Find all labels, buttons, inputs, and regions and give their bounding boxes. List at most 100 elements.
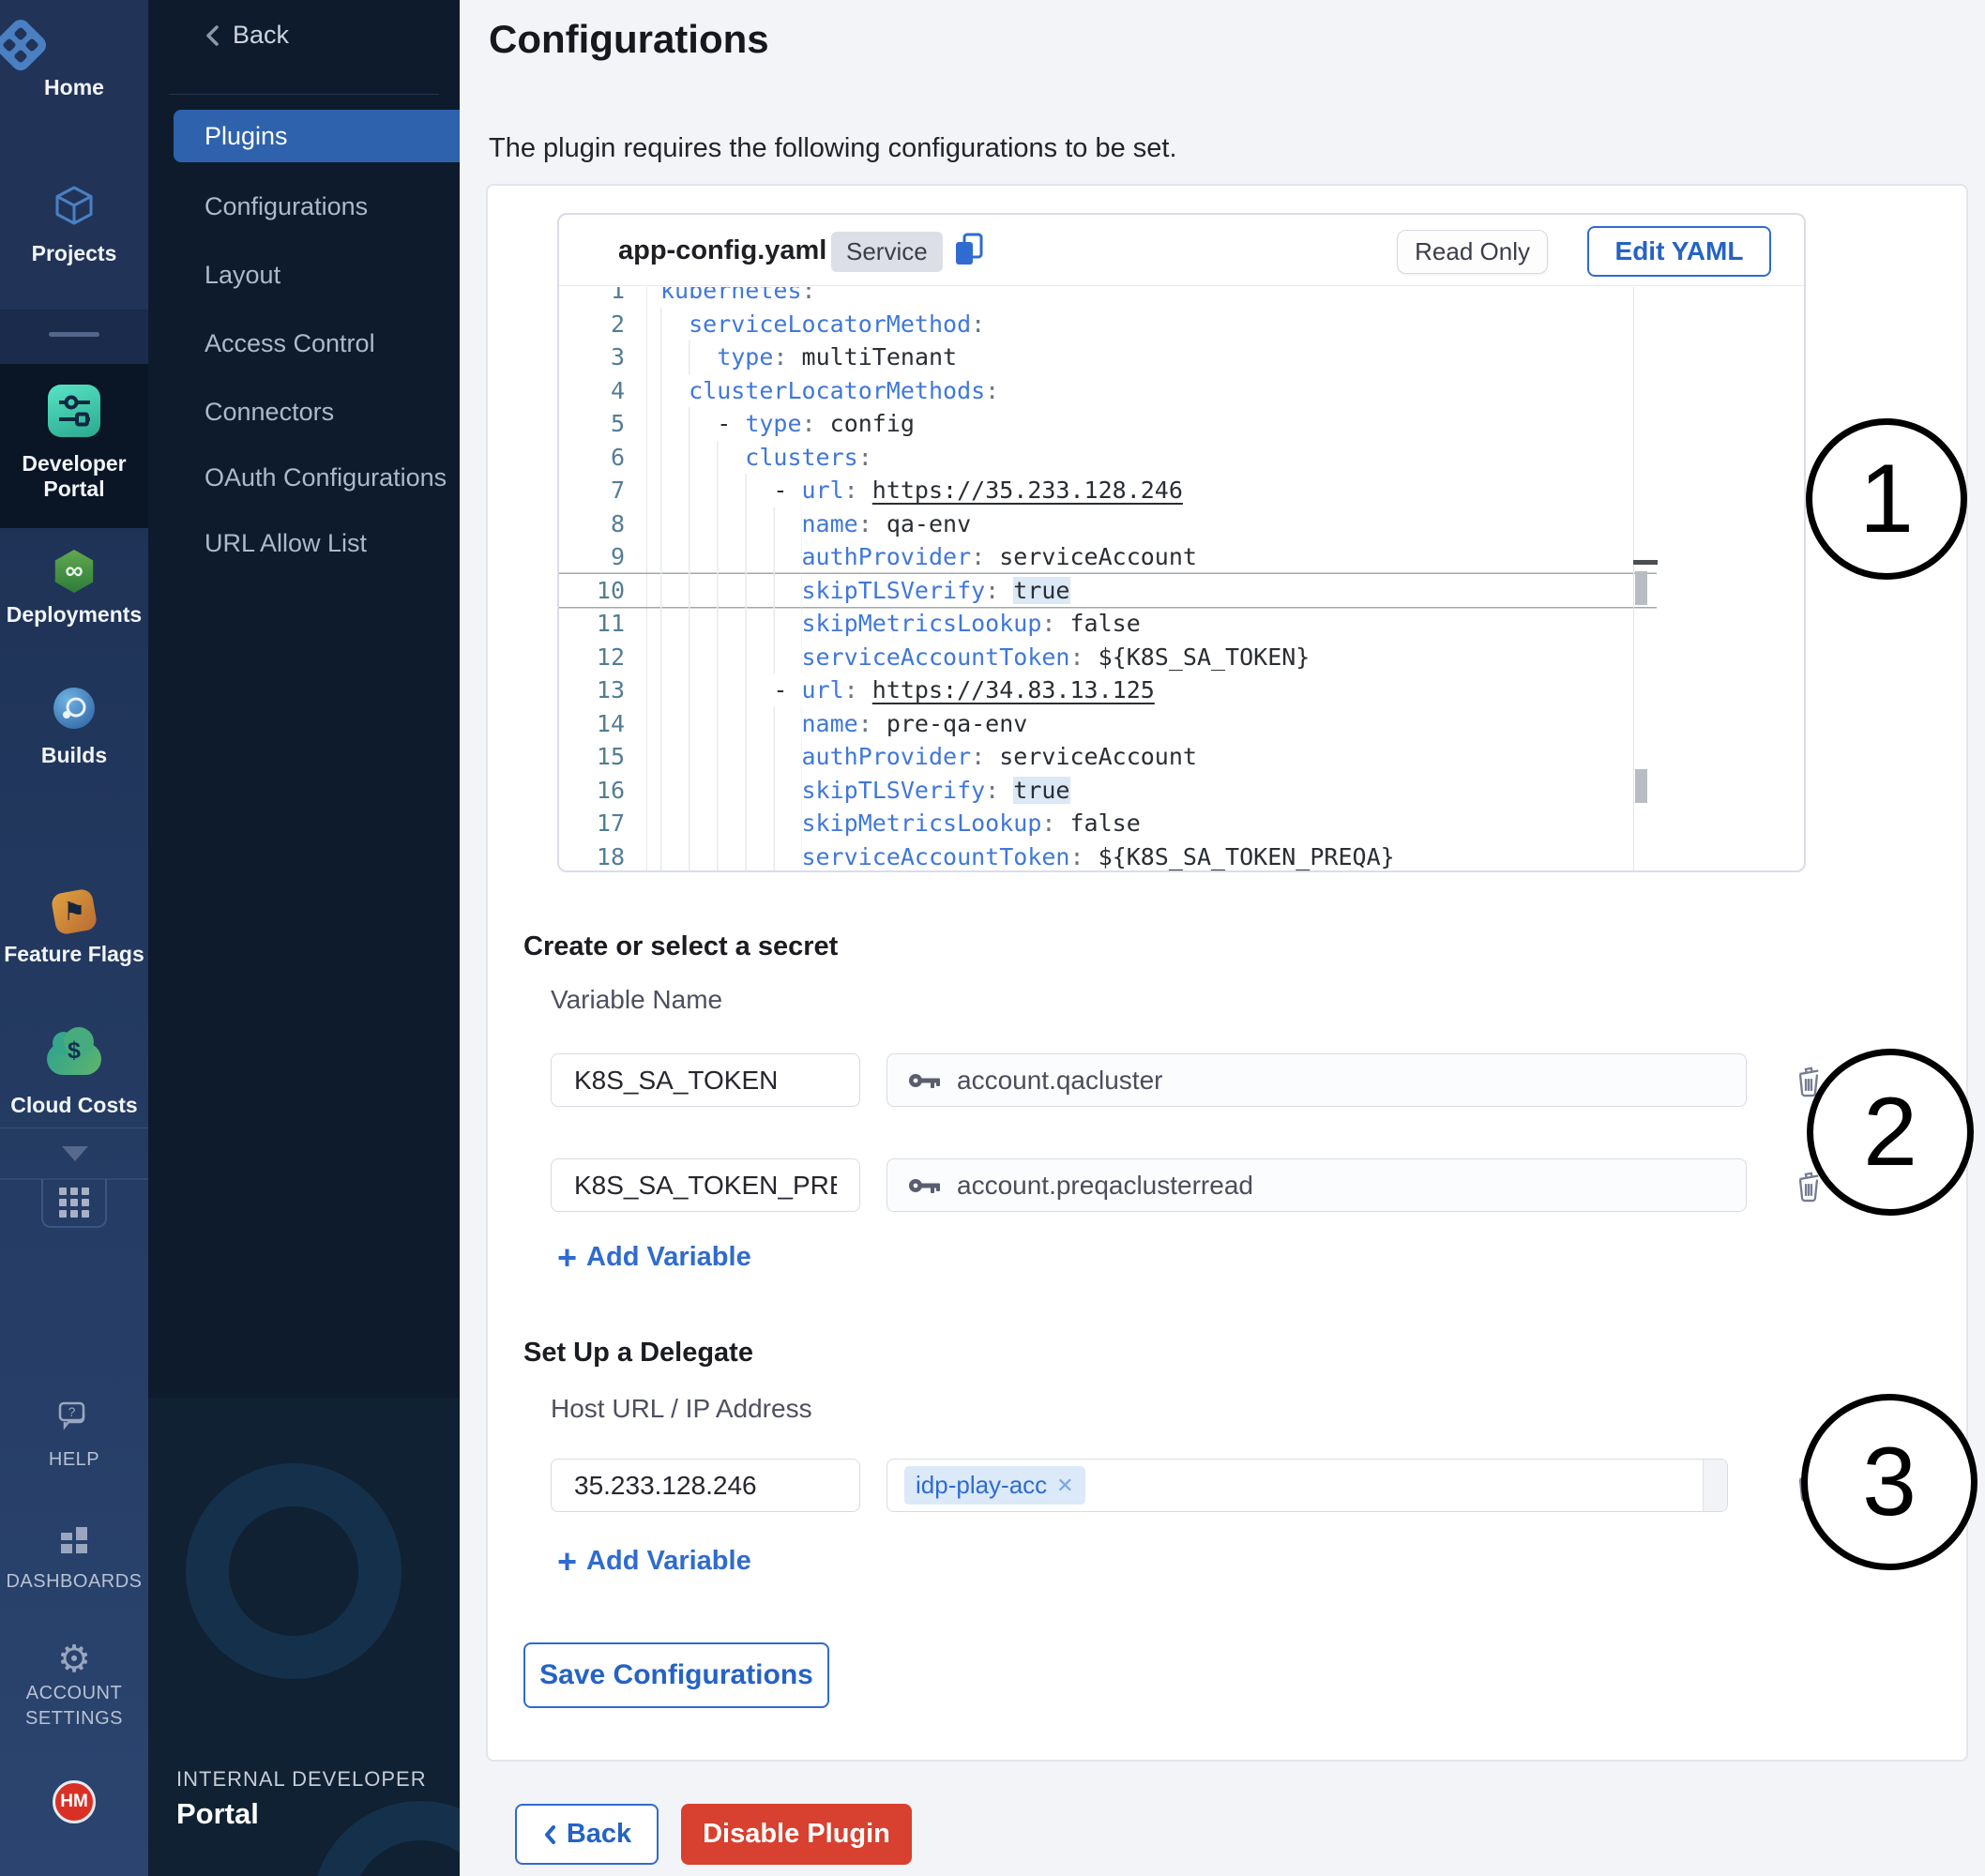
brand-block: INTERNAL DEVELOPER Portal [176,1767,427,1831]
secret-value: account.qacluster [957,1066,1162,1096]
delegate-section-heading: Set Up a Delegate [523,1338,753,1369]
sidebar-item-label: Feature Flags [0,942,148,967]
brand-subtitle: INTERNAL DEVELOPER [176,1767,427,1792]
sidebar-item-home[interactable]: Home [0,24,148,100]
add-variable-label: Add Variable [586,1242,751,1273]
cursor-line-mark [1633,560,1658,565]
nav-item-connectors[interactable]: Connectors [205,398,334,427]
overview-ruler-divider [1633,287,1634,870]
delegate-tags-input[interactable]: idp-play-acc ✕ [886,1459,1728,1512]
code-line-13: 13- url: https://34.83.13.125 [559,673,1657,707]
sidebar-item-label: ACCOUNT [0,1681,148,1706]
projects-icon [53,184,96,227]
variable-name-input[interactable] [551,1053,860,1107]
sidebar-item-developer-portal[interactable]: Developer Portal [0,385,148,502]
sidebar-item-feature-flags[interactable]: ⚑ Feature Flags [0,891,148,967]
back-button-label: Back [567,1819,631,1850]
code-line-6: 6clusters: [559,441,1657,475]
feature-flags-icon: ⚑ [51,888,98,936]
chevron-down-icon[interactable] [62,1146,88,1161]
add-variable-button[interactable]: + Add Variable [557,1242,751,1273]
code-lines: 1kubernetes:2serviceLocatorMethod:3type:… [559,287,1657,870]
annotation-circle-3: 3 [1801,1394,1977,1570]
nav-item-layout[interactable]: Layout [205,261,280,290]
nav-item-configurations[interactable]: Configurations [205,192,368,221]
code-line-16: 16skipTLSVerify: true [559,774,1657,808]
divider [169,94,439,95]
code-line-2: 2serviceLocatorMethod: [559,308,1657,341]
cloud-costs-icon: $ [47,1043,101,1075]
sidebar-item-label: Home [0,75,148,100]
nav-item-access-control[interactable]: Access Control [205,329,375,358]
page-title: Configurations [489,17,769,62]
code-line-10: 10skipTLSVerify: true [559,574,1657,608]
secret-value: account.preqaclusterread [957,1171,1253,1201]
disable-plugin-button[interactable]: Disable Plugin [681,1804,912,1865]
configurations-card: app-config.yaml Service Read Only Edit Y… [486,184,1968,1762]
sidebar-item-projects[interactable]: Projects [0,184,148,266]
edit-yaml-button[interactable]: Edit YAML [1587,226,1771,277]
code-line-15: 15authProvider: serviceAccount [559,740,1657,774]
code-area[interactable]: 1kubernetes:2serviceLocatorMethod:3type:… [559,287,1804,870]
svg-text:?: ? [68,1404,76,1419]
variable-name-input[interactable] [551,1158,860,1212]
home-icon [0,16,50,74]
sidebar-divider-band [0,310,148,364]
secret-section-heading: Create or select a secret [523,931,838,962]
secondary-sidebar: Back Plugins Configurations Layout Acces… [148,0,460,1876]
grid-icon [59,1188,89,1218]
remove-tag-icon[interactable]: ✕ [1056,1474,1073,1498]
key-icon [908,1070,942,1091]
scrollbar-mark[interactable] [1635,769,1647,803]
code-line-11: 11skipMetricsLookup: false [559,607,1657,641]
sidebar-item-label: Portal [0,477,148,502]
sidebar-item-label: Developer [0,451,148,477]
decorative-ring [186,1463,402,1679]
tag-input-end-cap [1703,1460,1727,1511]
avatar[interactable]: HM [53,1780,96,1823]
sidebar-item-label: Projects [0,241,148,266]
nav-item-plugins[interactable]: Plugins [174,110,460,162]
dashboards-icon [59,1525,89,1555]
code-line-5: 5- type: config [559,407,1657,441]
save-configurations-button[interactable]: Save Configurations [523,1642,829,1708]
read-only-badge: Read Only [1397,230,1548,274]
secret-selector[interactable]: account.qacluster [886,1053,1747,1107]
copy-icon[interactable] [951,232,987,269]
scrollbar-mark[interactable] [1635,571,1647,605]
nav-item-url-allow-list[interactable]: URL Allow List [205,529,367,558]
tag-chip[interactable]: idp-play-acc ✕ [904,1466,1085,1505]
chevron-left-icon [542,1823,557,1846]
sidebar-item-account-settings[interactable]: ⚙ ACCOUNT SETTINGS [0,1640,148,1732]
chevron-left-icon [203,23,221,49]
sidebar-item-deployments[interactable]: ∞ Deployments [0,550,148,628]
back-button[interactable]: Back [515,1804,659,1865]
back-nav-link[interactable]: Back [203,21,289,50]
code-line-12: 12serviceAccountToken: ${K8S_SA_TOKEN} [559,641,1657,674]
sidebar-item-cloud-costs[interactable]: $ Cloud Costs [0,1030,148,1118]
sidebar-item-label: DASHBOARDS [0,1569,148,1595]
module-switcher-button[interactable] [41,1179,107,1228]
sidebar-item-help[interactable]: ? HELP [0,1399,148,1473]
sidebar-collapse-handle[interactable] [49,332,99,337]
key-icon [908,1175,942,1196]
code-line-1: 1kubernetes: [559,287,1657,308]
editor-header: app-config.yaml Service Read Only Edit Y… [559,215,1804,286]
host-url-input[interactable] [551,1459,860,1512]
brand-title: Portal [176,1797,427,1831]
sidebar-item-builds[interactable]: Builds [0,688,148,768]
dollar-glyph: $ [47,1037,101,1065]
nav-item-oauth-configurations[interactable]: OAuth Configurations [205,463,447,492]
add-delegate-variable-button[interactable]: + Add Variable [557,1546,751,1577]
annotation-circle-2: 2 [1807,1049,1974,1216]
module-sidebar: Home Projects Developer Portal ∞ Deploym… [0,0,148,1876]
yaml-editor-card: app-config.yaml Service Read Only Edit Y… [557,213,1806,872]
secret-selector[interactable]: account.preqaclusterread [886,1158,1747,1212]
code-line-17: 17skipMetricsLookup: false [559,807,1657,840]
code-line-7: 7- url: https://35.233.128.246 [559,474,1657,507]
plus-icon: + [557,1244,577,1272]
page-subtitle: The plugin requires the following config… [489,133,1177,164]
sidebar-item-label: SETTINGS [0,1706,148,1732]
sidebar-item-dashboards[interactable]: DASHBOARDS [0,1525,148,1595]
sidebar-item-label: Cloud Costs [0,1093,148,1118]
